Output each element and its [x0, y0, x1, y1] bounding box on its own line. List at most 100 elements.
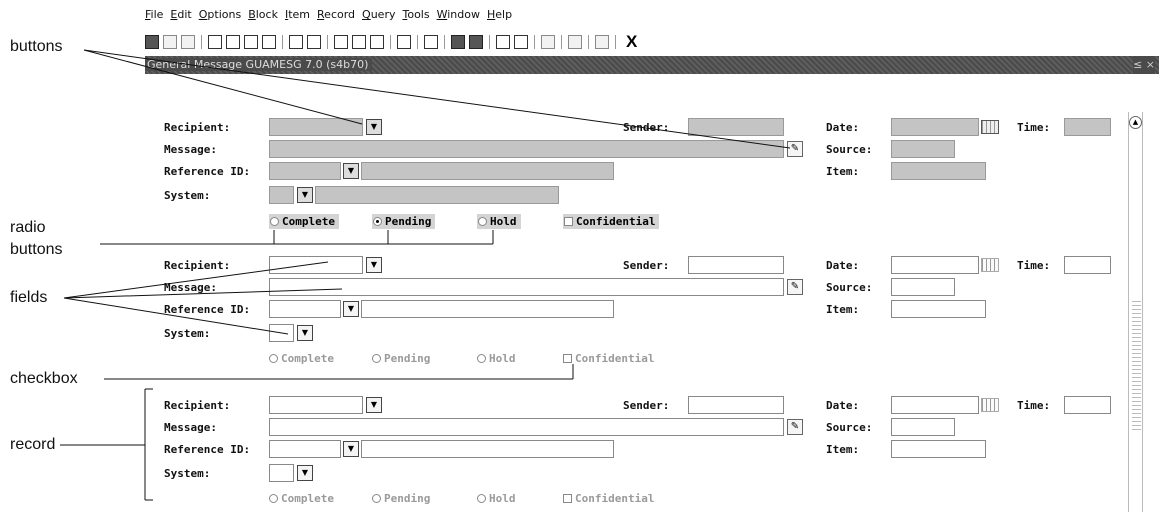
recipient-dropdown-button[interactable]: ▼: [366, 257, 382, 273]
menu-help[interactable]: Help: [487, 8, 512, 26]
count-query-icon[interactable]: [334, 35, 348, 49]
time-field[interactable]: [1064, 256, 1111, 274]
edit-pencil-icon[interactable]: ✎: [787, 419, 803, 435]
scroll-thumb[interactable]: [1132, 300, 1141, 430]
calendar-icon[interactable]: [981, 120, 999, 134]
recipient-field[interactable]: [269, 118, 363, 136]
recipient-dropdown-button[interactable]: ▼: [366, 397, 382, 413]
complete-radio[interactable]: Complete: [269, 492, 334, 505]
hold-radio[interactable]: Hold: [477, 214, 521, 229]
date-field[interactable]: [891, 256, 979, 274]
menu-query[interactable]: Query: [362, 8, 395, 26]
print-icon[interactable]: [424, 35, 438, 49]
cut-icon[interactable]: [451, 35, 465, 49]
complete-radio-label: Complete: [281, 352, 334, 365]
calendar-icon[interactable]: [981, 398, 999, 412]
copy-icon[interactable]: [469, 35, 483, 49]
menu-block[interactable]: Block: [248, 8, 278, 26]
reference-id-dropdown-button[interactable]: ▼: [343, 301, 359, 317]
menu-options[interactable]: Options: [199, 8, 241, 26]
select-icon[interactable]: [181, 35, 195, 49]
reference-description-field[interactable]: [361, 300, 614, 318]
reference-id-dropdown-button[interactable]: ▼: [343, 163, 359, 179]
scroll-up-icon[interactable]: ▲: [1129, 116, 1142, 129]
clear-form-icon[interactable]: [370, 35, 384, 49]
date-field[interactable]: [891, 118, 979, 136]
edit-pencil-icon[interactable]: ✎: [787, 141, 803, 157]
reference-id-field[interactable]: [269, 300, 341, 318]
complete-radio[interactable]: Complete: [269, 352, 334, 365]
pending-radio[interactable]: Pending: [372, 214, 436, 229]
time-field[interactable]: [1064, 118, 1111, 136]
pending-radio[interactable]: Pending: [372, 352, 430, 365]
pending-radio[interactable]: Pending: [372, 492, 430, 505]
hold-radio[interactable]: Hold: [477, 352, 516, 365]
confidential-checkbox[interactable]: Confidential: [563, 352, 654, 365]
sender-field[interactable]: [688, 118, 784, 136]
menu-window[interactable]: Window: [437, 8, 480, 26]
system-dropdown-button[interactable]: ▼: [297, 187, 313, 203]
reference-id-field[interactable]: [269, 162, 341, 180]
next-block-icon[interactable]: [262, 35, 276, 49]
next-record-icon[interactable]: [514, 35, 528, 49]
source-field[interactable]: [891, 278, 955, 296]
recipient-field[interactable]: [269, 256, 363, 274]
menu-file[interactable]: File: [145, 8, 163, 26]
recipient-field[interactable]: [269, 396, 363, 414]
system-dropdown-button[interactable]: ▼: [297, 325, 313, 341]
item-field[interactable]: [891, 300, 986, 318]
menu-edit[interactable]: Edit: [170, 8, 191, 26]
edit-pencil-icon[interactable]: ✎: [787, 279, 803, 295]
item-field[interactable]: [891, 162, 986, 180]
enter-query-icon[interactable]: [289, 35, 303, 49]
exit-button[interactable]: X: [626, 32, 637, 52]
complete-radio[interactable]: Complete: [269, 214, 339, 229]
audio-icon[interactable]: [541, 35, 555, 49]
cancel-query-icon[interactable]: [352, 35, 366, 49]
hold-radio[interactable]: Hold: [477, 492, 516, 505]
previous-block-icon[interactable]: [244, 35, 258, 49]
system-field[interactable]: [269, 324, 294, 342]
reference-id-field[interactable]: [269, 440, 341, 458]
reference-description-field[interactable]: [361, 162, 614, 180]
time-field[interactable]: [1064, 396, 1111, 414]
confidential-checkbox[interactable]: Confidential: [563, 492, 654, 505]
message-field[interactable]: [269, 140, 784, 158]
date-label: Date:: [826, 399, 860, 412]
source-field[interactable]: [891, 140, 955, 158]
item-field[interactable]: [891, 440, 986, 458]
message-field[interactable]: [269, 278, 784, 296]
confidential-checkbox[interactable]: Confidential: [563, 214, 660, 229]
system-field[interactable]: [269, 464, 294, 482]
source-field[interactable]: [891, 418, 955, 436]
recipient-dropdown-button[interactable]: ▼: [366, 119, 382, 135]
workflow-icon[interactable]: [568, 35, 582, 49]
previous-record-icon[interactable]: [496, 35, 510, 49]
rollback-icon[interactable]: [163, 35, 177, 49]
checkbox-square-icon: [564, 217, 573, 226]
date-field[interactable]: [891, 396, 979, 414]
reference-id-label: Reference ID:: [164, 165, 251, 178]
sender-field[interactable]: [688, 396, 784, 414]
recipient-label: Recipient:: [164, 259, 231, 272]
system-dropdown-button[interactable]: ▼: [297, 465, 313, 481]
menu-tools[interactable]: Tools: [402, 8, 429, 26]
reference-description-field[interactable]: [361, 440, 614, 458]
system-description-field[interactable]: [315, 186, 559, 204]
message-field[interactable]: [269, 418, 784, 436]
options-icon[interactable]: [397, 35, 411, 49]
window-controls[interactable]: ≤ ×: [1133, 56, 1155, 74]
item-label: Item:: [826, 165, 860, 178]
reference-id-dropdown-button[interactable]: ▼: [343, 441, 359, 457]
system-field[interactable]: [269, 186, 294, 204]
radio-circle-icon: [373, 217, 382, 226]
remove-record-icon[interactable]: [226, 35, 240, 49]
insert-record-icon[interactable]: [208, 35, 222, 49]
help-icon[interactable]: [595, 35, 609, 49]
execute-query-icon[interactable]: [307, 35, 321, 49]
calendar-icon[interactable]: [981, 258, 999, 272]
menu-record[interactable]: Record: [317, 8, 355, 26]
menu-item[interactable]: Item: [285, 8, 310, 26]
sender-field[interactable]: [688, 256, 784, 274]
save-icon[interactable]: [145, 35, 159, 49]
